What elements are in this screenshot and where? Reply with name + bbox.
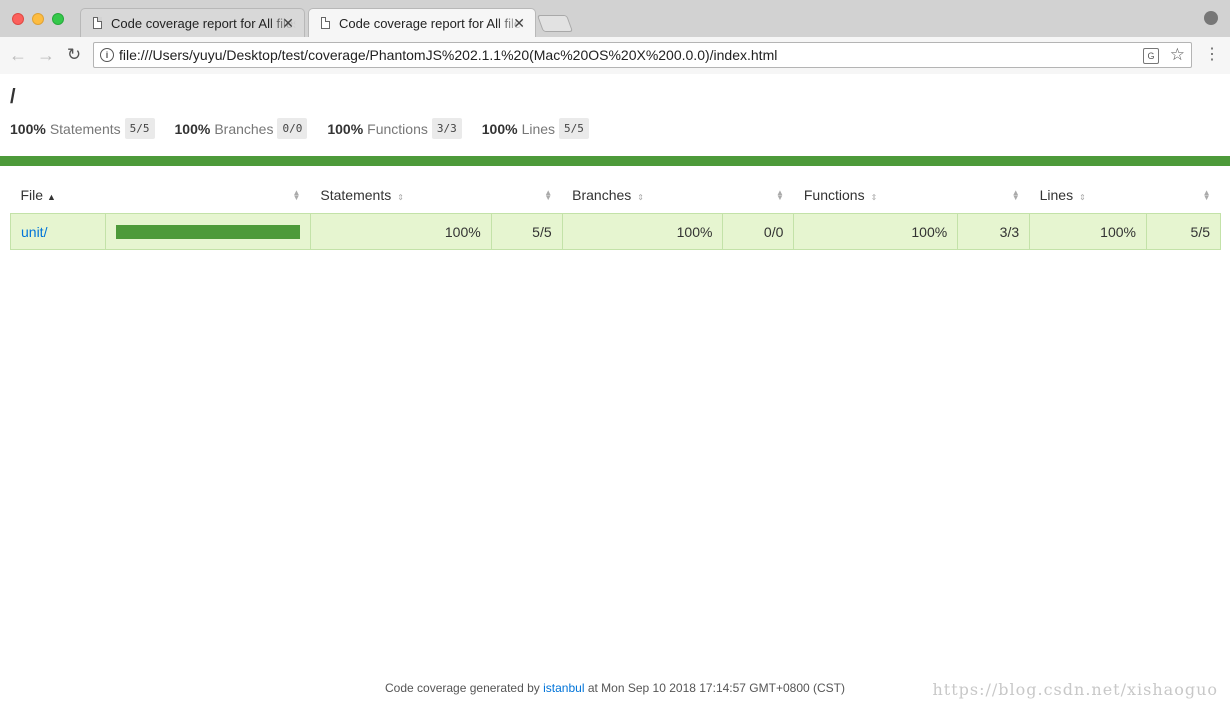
statements-frac: 5/5 — [490, 213, 563, 250]
sort-asc-icon: ▲ — [46, 191, 56, 202]
sort-icon: ▲ ▼ — [1202, 188, 1211, 202]
header-functions-raw[interactable]: ▲ ▼ — [958, 176, 1030, 214]
header-lines[interactable]: Lines ⇕ — [1030, 176, 1147, 214]
summary-label: Lines — [521, 120, 556, 137]
browser-tab-active[interactable]: Code coverage report for All files ✕ — [308, 8, 536, 37]
address-bar[interactable]: i file:///Users/yuyu/Desktop/test/covera… — [93, 42, 1192, 68]
header-statements-raw[interactable]: ▲ ▼ — [491, 176, 562, 214]
sort-icon: ▲ ▼ — [1011, 188, 1020, 202]
close-window-button[interactable] — [12, 13, 24, 25]
summary-statements: 100% Statements 5/5 — [10, 118, 155, 139]
header-label: File — [20, 186, 44, 203]
coverage-bar — [115, 224, 300, 239]
summary-fraction: 5/5 — [124, 118, 155, 139]
url-text[interactable]: file:///Users/yuyu/Desktop/test/coverage… — [119, 43, 777, 67]
new-tab-button[interactable] — [536, 15, 574, 32]
page-content: / 100% Statements 5/5 100% Branches 0/0 … — [0, 74, 1230, 709]
branches-frac: 0/0 — [722, 213, 795, 250]
header-lines-raw[interactable]: ▲ ▼ — [1146, 176, 1220, 214]
sort-icon: ⇕ — [1079, 192, 1086, 202]
header-statements[interactable]: Statements ⇕ — [310, 176, 491, 214]
tab-close-icon[interactable]: ✕ — [513, 9, 525, 37]
reload-icon[interactable]: ↻ — [64, 45, 84, 65]
tab-close-icon[interactable]: ✕ — [282, 9, 294, 37]
lines-pct: 100% — [1029, 213, 1147, 250]
header-file-bar[interactable]: ▲ ▼ — [105, 176, 310, 214]
tab-title: Code coverage report for All files — [111, 16, 296, 31]
sort-icon: ⇕ — [397, 192, 404, 202]
minimize-window-button[interactable] — [32, 13, 44, 25]
browser-tab[interactable]: Code coverage report for All files ✕ — [80, 8, 305, 37]
footer-timestamp: at Mon Sep 10 2018 17:14:57 GMT+0800 (CS… — [587, 681, 845, 695]
star-icon[interactable]: ☆ — [1170, 44, 1185, 66]
footer-prefix: Code coverage generated by — [385, 681, 540, 695]
profile-icon[interactable] — [1204, 11, 1218, 25]
file-link[interactable]: unit/ — [21, 224, 47, 240]
summary-fraction: 5/5 — [559, 118, 589, 139]
header-branches[interactable]: Branches ⇕ — [562, 176, 723, 214]
page-title: / — [10, 86, 16, 108]
summary-fraction: 0/0 — [277, 118, 308, 139]
forward-icon[interactable]: → — [36, 45, 56, 65]
tab-strip: Code coverage report for All files ✕ Cod… — [0, 0, 1230, 37]
back-icon[interactable]: ← — [8, 45, 28, 65]
summary-pct: 100% — [481, 120, 518, 137]
summary-label: Branches — [214, 120, 274, 137]
document-icon — [321, 17, 330, 29]
lines-frac: 5/5 — [1145, 213, 1222, 250]
summary-lines: 100% Lines 5/5 — [482, 118, 589, 139]
menu-icon[interactable]: ⋮ — [1204, 46, 1220, 64]
file-cell: unit/ — [10, 213, 106, 250]
tab-title: Code coverage report for All files — [339, 16, 524, 31]
translate-icon[interactable]: G — [1143, 48, 1159, 64]
coverage-table: File ▲ ▲ ▼ Statements ⇕ ▲ ▼ Branches ⇕ ▲ ▼ Fu… — [10, 176, 1222, 250]
header-file[interactable]: File ▲ — [11, 176, 106, 214]
summary-fraction: 3/3 — [431, 118, 462, 139]
summary-label: Functions — [367, 120, 428, 137]
sort-icon: ▲ ▼ — [775, 188, 784, 202]
header-label: Branches — [572, 186, 632, 203]
browser-toolbar: ← → ↻ i file:///Users/yuyu/Desktop/test/… — [0, 37, 1230, 74]
sort-icon: ⇕ — [637, 192, 644, 202]
coverage-status-bar — [0, 156, 1230, 166]
istanbul-link[interactable]: istanbul — [543, 681, 584, 695]
header-label: Lines — [1039, 186, 1074, 203]
header-branches-raw[interactable]: ▲ ▼ — [723, 176, 794, 214]
table-header-row: File ▲ ▲ ▼ Statements ⇕ ▲ ▼ Branches ⇕ ▲ ▼ Fu… — [11, 176, 1221, 214]
summary-pct: 100% — [327, 120, 364, 137]
sort-icon: ▲ ▼ — [544, 188, 553, 202]
zoom-window-button[interactable] — [52, 13, 64, 25]
document-icon — [93, 17, 102, 29]
summary-label: Statements — [49, 120, 121, 137]
summary-pct: 100% — [10, 120, 46, 137]
summary-branches: 100% Branches 0/0 — [175, 118, 308, 139]
coverage-summary: 100% Statements 5/5 100% Branches 0/0 10… — [10, 118, 609, 139]
watermark: https://blog.csdn.net/xishaoguo — [932, 680, 1218, 699]
table-row: unit/ 100% 5/5 100% 0/0 100% 3/3 100% 5/… — [10, 213, 1222, 250]
functions-frac: 3/3 — [957, 213, 1031, 250]
header-functions[interactable]: Functions ⇕ — [794, 176, 958, 214]
coverage-bar-cell — [104, 213, 311, 250]
info-icon[interactable]: i — [100, 48, 114, 62]
header-label: Functions — [803, 186, 865, 203]
sort-icon: ▲ ▼ — [292, 188, 301, 202]
branches-pct: 100% — [561, 213, 724, 250]
summary-pct: 100% — [174, 120, 211, 137]
functions-pct: 100% — [793, 213, 959, 250]
summary-functions: 100% Functions 3/3 — [327, 118, 462, 139]
header-label: Statements — [320, 186, 392, 203]
sort-icon: ⇕ — [870, 192, 878, 202]
browser-chrome: Code coverage report for All files ✕ Cod… — [0, 0, 1230, 74]
statements-pct: 100% — [309, 213, 492, 250]
